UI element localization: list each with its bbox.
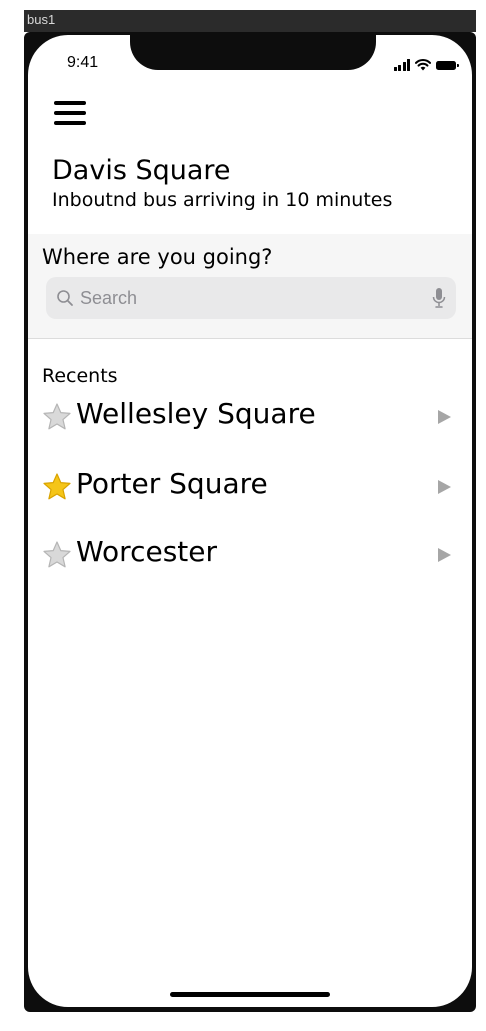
arrival-status-text: Inboutnd bus arriving in 10 minutes [52, 189, 393, 211]
status-icons [393, 57, 459, 71]
device-frame: 9:41 Davis Square Inboutnd bus arriving … [24, 32, 476, 1012]
chevron-right-icon [438, 480, 451, 494]
status-time: 9:41 [67, 54, 99, 71]
recent-item-label: Porter Square [76, 467, 268, 500]
star-outline-icon[interactable] [42, 540, 72, 570]
stop-title: Davis Square [52, 155, 231, 186]
frame-label: bus1 [27, 12, 56, 27]
search-input[interactable] [80, 283, 420, 313]
cellular-signal-icon [393, 59, 410, 71]
phone-screen: 9:41 Davis Square Inboutnd bus arriving … [28, 35, 472, 1007]
recents-heading: Recents [42, 365, 118, 387]
wifi-icon [415, 59, 431, 71]
home-indicator[interactable] [170, 992, 330, 997]
recent-item-label: Wellesley Square [76, 397, 316, 430]
search-section: Where are you going? [28, 234, 472, 339]
chevron-right-icon [438, 410, 451, 424]
recent-item-label: Worcester [76, 535, 217, 568]
frame-label-bar: bus1 [24, 10, 476, 32]
star-filled-icon[interactable] [42, 472, 72, 502]
recent-item-worcester[interactable]: Worcester [28, 530, 472, 580]
search-bar[interactable] [46, 277, 456, 319]
search-icon [57, 290, 73, 306]
star-outline-icon[interactable] [42, 402, 72, 432]
search-heading: Where are you going? [42, 245, 273, 269]
battery-icon [436, 61, 459, 70]
microphone-icon[interactable] [432, 287, 446, 309]
device-notch [130, 35, 376, 70]
hamburger-menu-icon[interactable] [54, 101, 86, 125]
recent-item-wellesley-square[interactable]: Wellesley Square [28, 392, 472, 442]
chevron-right-icon [438, 548, 451, 562]
recent-item-porter-square[interactable]: Porter Square [28, 462, 472, 512]
